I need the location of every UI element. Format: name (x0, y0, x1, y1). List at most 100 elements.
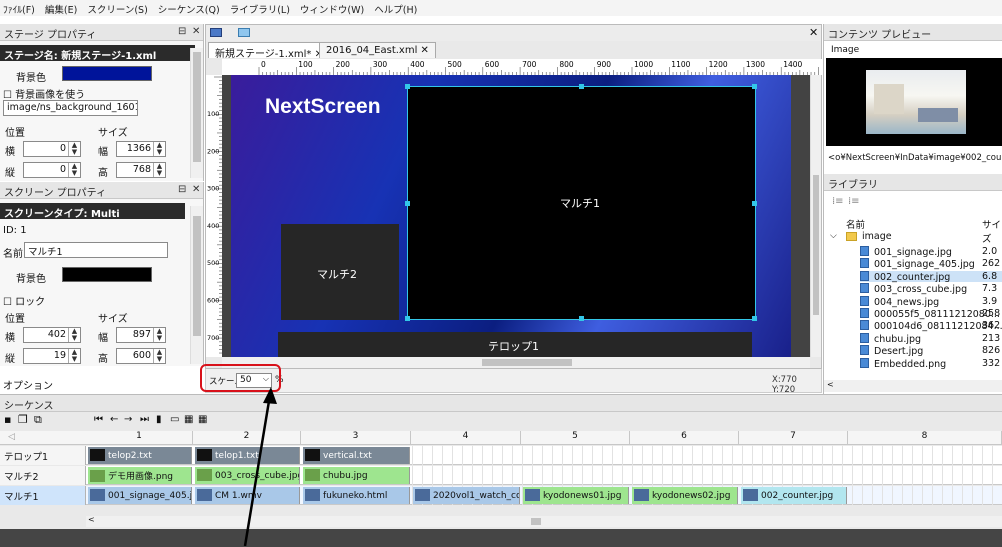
screen-name-field[interactable]: マルチ1 (24, 242, 168, 258)
timeline-row-name[interactable]: テロップ1 (0, 446, 86, 465)
bg-image-path-field[interactable]: image/ns_background_1601.png (3, 100, 138, 116)
timeline-clip[interactable]: 002_counter.jpg (741, 487, 847, 504)
scroll-left-icon[interactable]: < (88, 515, 95, 524)
pin-icon[interactable]: ⊟ (178, 26, 186, 37)
menu-file[interactable]: ﾌｧｲﾙ(F) (0, 0, 42, 16)
telop1-screen[interactable]: テロップ1 (278, 332, 752, 357)
layout3-icon[interactable]: ▦ (198, 414, 207, 425)
resize-handle[interactable] (752, 316, 757, 321)
prev-icon[interactable]: ← (110, 414, 118, 425)
use-bg-image-checkbox[interactable]: ☐ 背景画像を使う (3, 86, 85, 101)
timeline-clip[interactable]: telop2.txt (88, 447, 192, 464)
next-icon[interactable]: → (124, 414, 132, 425)
menu-library[interactable]: ライブラリ(L) (227, 0, 297, 16)
timeline-row-name[interactable]: マルチ2 (0, 466, 86, 485)
timeline-hscroll[interactable]: < (86, 515, 1002, 527)
resize-handle[interactable] (752, 84, 757, 89)
detail-view-icon[interactable]: ⁞≡ (848, 196, 860, 207)
close-icon[interactable]: ✕ (192, 184, 200, 195)
library-item[interactable]: Desert.jpg 826 (860, 345, 1002, 357)
first-icon[interactable]: ⏮ (94, 414, 103, 425)
screen-x-spinner[interactable]: 402 ▲ ▼ (23, 327, 81, 343)
tab-east-stage[interactable]: 2016_04_East.xml ✕ (319, 42, 436, 58)
resize-handle[interactable] (405, 316, 410, 321)
copy-icon[interactable]: ❐ (18, 413, 28, 426)
menu-sequence[interactable]: シーケンス(Q) (155, 0, 227, 16)
last-icon[interactable]: ⏭ (140, 414, 149, 425)
stage-h-spinner[interactable]: 768 ▲ ▼ (116, 162, 166, 178)
timeline-clip[interactable]: fukuneko.html (303, 487, 410, 504)
layout2-icon[interactable]: ▦ (184, 414, 193, 425)
timeline-clip[interactable]: デモ用画像.png (88, 467, 192, 484)
paste-icon[interactable]: ⧉ (34, 413, 42, 427)
screen-w-spinner[interactable]: 897 ▲ ▼ (116, 327, 166, 343)
timeline-clip[interactable]: vertical.txt (303, 447, 410, 464)
speaker-icon[interactable]: ◁ (8, 432, 15, 442)
library-item[interactable]: 000104d6_08111212084... 362 (860, 320, 1002, 332)
spin-arrows-icon[interactable]: ▲ ▼ (68, 328, 80, 342)
multi1-screen[interactable]: マルチ1 (405, 84, 757, 321)
stage-panel-scrollbar[interactable] (190, 48, 203, 178)
library-item[interactable]: chubu.jpg 213 (860, 332, 1002, 345)
screen-bg-color-swatch[interactable] (62, 267, 152, 282)
close-icon[interactable]: ✕ (192, 26, 200, 37)
scroll-left-icon[interactable]: < (827, 380, 834, 389)
spin-arrows-icon[interactable]: ▲ ▼ (153, 142, 165, 156)
stage-bg-color-swatch[interactable] (62, 66, 152, 81)
library-item[interactable]: 000055f5_08111212080... 258 (860, 308, 1002, 320)
spin-arrows-icon[interactable]: ▲ ▼ (68, 349, 80, 363)
library-hscroll[interactable]: < (824, 380, 1002, 392)
resize-handle[interactable] (579, 316, 584, 321)
editor-horizontal-scrollbar[interactable] (222, 357, 810, 368)
spin-arrows-icon[interactable]: ▲ ▼ (68, 163, 80, 177)
new-icon[interactable]: ▪ (4, 413, 11, 426)
library-item[interactable]: 001_signage.jpg 2.0 (860, 246, 1002, 258)
timeline-clip[interactable]: 2020vol1_watch_colle (413, 487, 520, 504)
stage-y-spinner[interactable]: 0 ▲ ▼ (23, 162, 81, 178)
scroll-thumb[interactable] (482, 359, 572, 366)
timeline-clip[interactable]: kyodonews02.jpg (632, 487, 738, 504)
multi2-screen[interactable]: マルチ2 (281, 224, 399, 320)
spin-arrows-icon[interactable]: ▲ ▼ (153, 349, 165, 363)
screen-panel-scrollbar[interactable] (190, 206, 203, 364)
editor-vertical-scrollbar[interactable] (810, 75, 821, 357)
menu-edit[interactable]: 編集(E) (42, 0, 84, 16)
library-item[interactable]: 004_news.jpg 3.9 (860, 295, 1002, 308)
library-item[interactable]: 003_cross_cube.jpg 7.3 (860, 283, 1002, 295)
stage-canvas[interactable]: NextScreen マルチ1 マルチ2 テロップ1 (222, 75, 810, 357)
insert-icon[interactable]: ▮ (156, 414, 162, 425)
resize-handle[interactable] (405, 201, 410, 206)
resize-handle[interactable] (405, 84, 410, 89)
grid-icon[interactable] (210, 28, 222, 37)
timeline-row[interactable]: マルチ2デモ用画像.png003_cross_cube.jpgchubu.jpg (0, 466, 1002, 485)
spin-arrows-icon[interactable]: ▲ ▼ (153, 163, 165, 177)
timeline-clip[interactable]: 001_signage_405.jpg (88, 487, 192, 504)
library-item[interactable]: 001_signage_405.jpg 262 (860, 258, 1002, 270)
spin-arrows-icon[interactable]: ▲ ▼ (68, 142, 80, 156)
timeline-clip[interactable]: kyodonews01.jpg (523, 487, 629, 504)
pin-icon[interactable]: ⊟ (178, 184, 186, 195)
screen-y-spinner[interactable]: 19 ▲ ▼ (23, 348, 81, 364)
timeline-row[interactable]: マルチ1001_signage_405.jpgCM 1.wmvfukuneko.… (0, 486, 1002, 505)
list-view-icon[interactable]: ⁞≡ (832, 196, 844, 207)
timeline-clip[interactable]: chubu.jpg (303, 467, 410, 484)
spin-arrows-icon[interactable]: ▲ ▼ (153, 328, 165, 342)
menu-help[interactable]: ヘルプ(H) (371, 0, 424, 16)
screen-h-spinner[interactable]: 600 ▲ ▼ (116, 348, 166, 364)
stage-w-spinner[interactable]: 1366 ▲ ▼ (116, 141, 166, 157)
timeline-row-name[interactable]: マルチ1 (0, 486, 86, 505)
tab-new-stage[interactable]: 新規ステージ-1.xml* ✕ (208, 42, 330, 60)
monitor-icon[interactable] (238, 28, 250, 37)
library-item[interactable]: 002_counter.jpg 6.8 (860, 270, 1002, 283)
lock-checkbox[interactable]: ☐ ロック (3, 293, 45, 308)
scroll-thumb[interactable] (531, 518, 541, 525)
menu-window[interactable]: ウィンドウ(W) (297, 0, 371, 16)
library-folder[interactable]: image (862, 231, 892, 242)
resize-handle[interactable] (752, 201, 757, 206)
resize-handle[interactable] (579, 84, 584, 89)
chevron-down-icon[interactable]: ⌵ (830, 231, 837, 241)
timeline-row[interactable]: テロップ1 telop2.txt telop1.txt vertical.txt (0, 446, 1002, 465)
stage-x-spinner[interactable]: 0 ▲ ▼ (23, 141, 81, 157)
library-item[interactable]: Embedded.png 332 (860, 357, 1002, 370)
layout1-icon[interactable]: ▭ (170, 414, 179, 425)
